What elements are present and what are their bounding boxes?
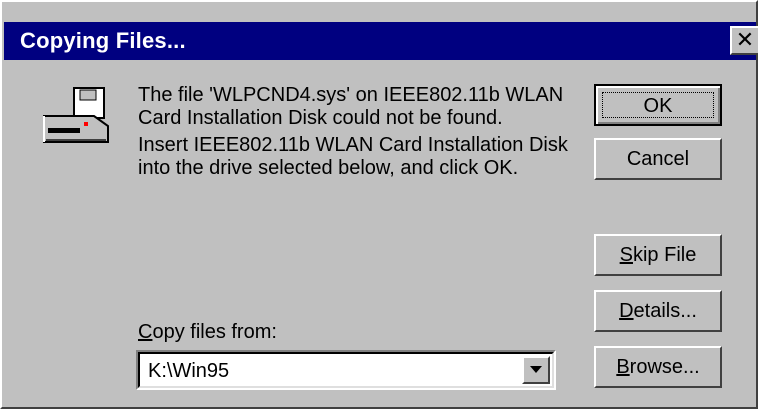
cancel-button-label: Cancel xyxy=(626,148,690,170)
browse-label: rowse... xyxy=(629,356,700,378)
window-title: Copying Files... xyxy=(20,28,186,53)
cancel-button[interactable]: Cancel xyxy=(594,138,722,180)
copy-files-from-value[interactable]: K:\Win95 xyxy=(148,358,229,384)
message-file-not-found: The file 'WLPCND4.sys' on IEEE802.11b WL… xyxy=(138,84,564,129)
skip-file-button[interactable]: Skip File xyxy=(594,234,722,276)
browse-button[interactable]: Browse... xyxy=(594,346,722,388)
dropdown-button[interactable] xyxy=(522,356,550,384)
copy-files-from-label: Copy files from: xyxy=(138,320,277,344)
details-label: etails... xyxy=(633,300,697,322)
ok-button-label: OK xyxy=(643,95,673,117)
browse-accelerator: B xyxy=(616,356,630,378)
skip-file-accelerator: S xyxy=(619,244,633,266)
details-accelerator: D xyxy=(619,300,634,322)
copy-files-from-combobox[interactable]: K:\Win95 xyxy=(136,350,556,390)
copy-label-text: opy files from: xyxy=(152,321,277,343)
combobox-frame: K:\Win95 xyxy=(138,352,554,388)
close-button[interactable]: ✕ xyxy=(730,26,758,55)
details-button[interactable]: Details... xyxy=(594,290,722,332)
floppy-drive-icon xyxy=(43,87,109,143)
message-insert-disk: Insert IEEE802.11b WLAN Card Installatio… xyxy=(138,134,568,179)
skip-file-label: kip File xyxy=(632,244,697,266)
chevron-down-icon xyxy=(530,366,542,373)
close-icon: ✕ xyxy=(735,27,755,52)
copying-files-dialog: Copying Files... ✕ The file 'WLPCND4.sys… xyxy=(0,0,758,409)
copy-label-accelerator: C xyxy=(138,321,153,343)
ok-button[interactable]: OK xyxy=(594,84,722,126)
title-bar[interactable]: Copying Files... ✕ xyxy=(4,22,758,60)
error-message: The file 'WLPCND4.sys' on IEEE802.11b WL… xyxy=(138,84,578,184)
focus-rectangle: OK xyxy=(602,92,714,118)
